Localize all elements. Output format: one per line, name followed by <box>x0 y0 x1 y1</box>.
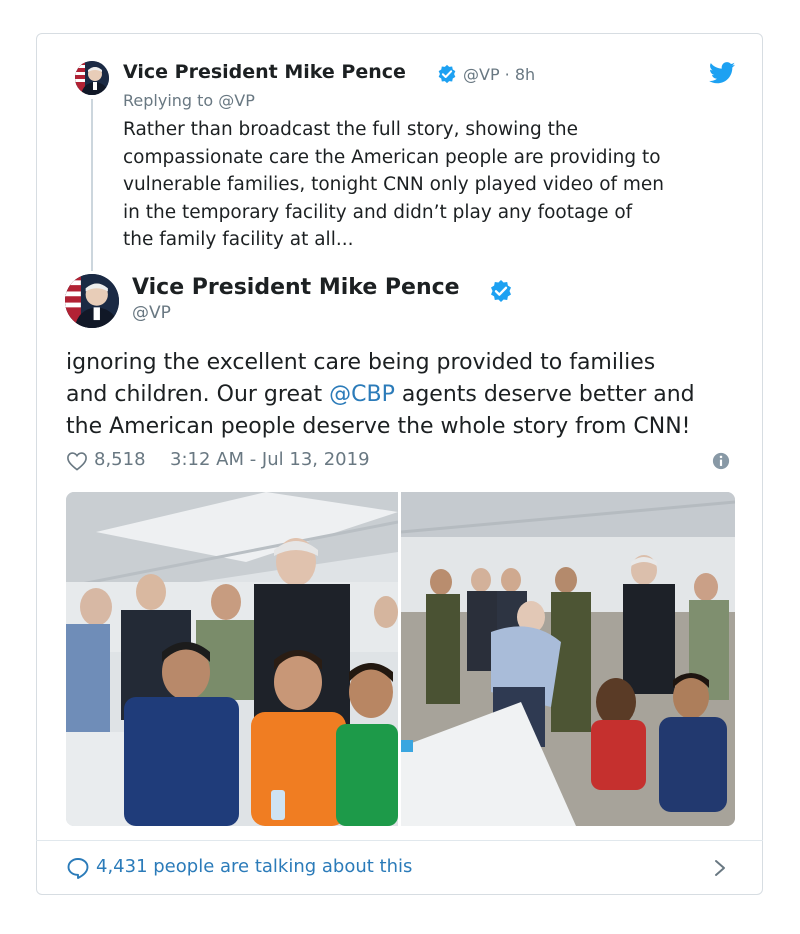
main-avatar[interactable] <box>65 274 119 328</box>
conversation-link[interactable]: 4,431 people are talking about this <box>66 855 736 883</box>
parent-text-line: in the temporary facility and didn’t pla… <box>123 201 633 223</box>
tweet-meta-row: 8,518 3:12 AM - Jul 13, 2019 <box>66 449 736 475</box>
footer-divider <box>36 840 763 841</box>
like-count[interactable]: 8,518 <box>94 449 146 470</box>
parent-text-line: the family facility at all... <box>123 229 354 250</box>
parent-text-line: compassionate care the American people a… <box>123 146 661 168</box>
parent-avatar[interactable] <box>75 61 109 95</box>
replying-to-label[interactable]: Replying to @VP <box>123 91 255 110</box>
parent-handle-time[interactable]: @VP · 8h <box>463 65 535 84</box>
main-text-fragment: agents deserve better and <box>394 382 695 407</box>
main-text-line: ignoring the excellent care being provid… <box>66 350 656 375</box>
parent-author-name[interactable]: Vice President Mike Pence <box>123 61 406 83</box>
main-author-name[interactable]: Vice President Mike Pence <box>132 275 460 300</box>
verified-badge-icon <box>491 280 511 302</box>
main-tweet-text: ignoring the excellent care being provid… <box>66 347 756 443</box>
main-text-line: the American people deserve the whole st… <box>66 414 691 439</box>
info-icon[interactable] <box>712 452 730 470</box>
talking-count-label[interactable]: 4,431 people are talking about this <box>96 856 412 877</box>
verified-badge-icon <box>438 64 456 84</box>
parent-text-line: Rather than broadcast the full story, sh… <box>123 119 579 140</box>
parent-text-line: vulnerable families, tonight CNN only pl… <box>123 174 665 195</box>
thread-connector <box>91 99 93 271</box>
main-handle[interactable]: @VP <box>132 303 171 323</box>
speech-bubble-icon <box>67 858 89 879</box>
tweet-photo-right[interactable] <box>401 492 735 826</box>
tweet-photo-left[interactable] <box>66 492 398 826</box>
mention-link[interactable]: @CBP <box>329 382 395 407</box>
chevron-right-icon[interactable] <box>712 858 728 878</box>
main-text-line: and children. Our great @CBP agents dese… <box>66 379 756 411</box>
main-text-fragment: and children. Our great <box>66 382 330 407</box>
parent-tweet-text: Rather than broadcast the full story, sh… <box>123 116 743 254</box>
twitter-bird-icon[interactable] <box>709 61 735 85</box>
tweet-timestamp[interactable]: 3:12 AM - Jul 13, 2019 <box>170 449 370 470</box>
heart-icon[interactable] <box>66 451 88 471</box>
